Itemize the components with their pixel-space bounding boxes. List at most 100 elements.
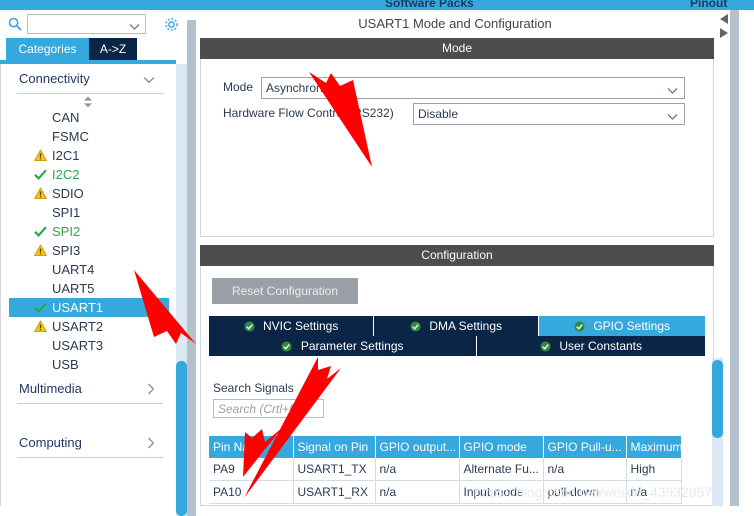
app-top-strip: Software Packs Pinout bbox=[0, 0, 754, 10]
sidebar-item-usb[interactable]: USB bbox=[9, 355, 169, 374]
tab-nvic-settings[interactable]: NVIC Settings bbox=[209, 316, 373, 336]
sidebar-item-label: SPI1 bbox=[52, 205, 81, 220]
sidebar-scrollbar-thumb[interactable] bbox=[176, 361, 187, 516]
tree-group-spacer bbox=[9, 458, 169, 482]
sidebar-item-label: UART5 bbox=[52, 281, 95, 296]
sidebar-item-usart3[interactable]: USART3 bbox=[9, 336, 169, 355]
panel-collapse-arrows[interactable] bbox=[715, 10, 731, 46]
check-icon bbox=[34, 301, 47, 314]
topbar-right-title: Pinout bbox=[690, 0, 728, 10]
sidebar-item-spi1[interactable]: SPI1 bbox=[9, 203, 169, 222]
warning-icon bbox=[34, 149, 47, 162]
chevron-down-icon[interactable] bbox=[667, 110, 678, 124]
sidebar-item-i2c2[interactable]: I2C2 bbox=[9, 165, 169, 184]
tab-nvic-settings-label: NVIC Settings bbox=[262, 319, 339, 333]
mode-field-label: Mode bbox=[223, 80, 254, 94]
sidebar-item-uart5[interactable]: UART5 bbox=[9, 279, 169, 298]
tab-categories[interactable]: Categories bbox=[6, 38, 89, 60]
check-circle-icon bbox=[574, 321, 588, 335]
chevron-down-icon[interactable] bbox=[143, 73, 155, 87]
sidebar-item-label: USART2 bbox=[52, 319, 104, 334]
check-circle-icon bbox=[281, 341, 295, 355]
table-cell[interactable]: n/a bbox=[543, 458, 627, 481]
table-column-header[interactable]: Maximum bbox=[626, 436, 682, 458]
tree-group-spacer bbox=[9, 404, 169, 428]
left-sidebar: Categories A->Z Connectivity CAN FSMC I2C1 I… bbox=[0, 10, 196, 516]
tab-parameter-settings[interactable]: Parameter Settings bbox=[209, 336, 476, 356]
table-column-header[interactable]: GPIO mode bbox=[459, 436, 544, 458]
panel-divider-left bbox=[187, 20, 196, 516]
table-cell[interactable]: n/a bbox=[375, 458, 460, 481]
table-cell[interactable]: n/a bbox=[375, 480, 460, 504]
sidebar-item-uart4[interactable]: UART4 bbox=[9, 260, 169, 279]
main-scrollbar-thumb[interactable] bbox=[712, 360, 723, 438]
blank-icon bbox=[34, 339, 47, 352]
table-header-row: Pin Name Signal on Pin GPIO output... GPIO … bbox=[209, 436, 682, 458]
sidebar-item-label: I2C2 bbox=[52, 167, 80, 182]
mode-section-body: Mode Asynchronous Hardware Flow Control … bbox=[200, 59, 714, 237]
sidebar-item-label: USART3 bbox=[52, 338, 104, 353]
tab-dma-settings[interactable]: DMA Settings bbox=[374, 316, 538, 336]
search-signals-placeholder: Search (Crtl+F) bbox=[218, 402, 301, 416]
search-input[interactable] bbox=[27, 14, 146, 34]
sidebar-item-label: USB bbox=[52, 357, 79, 372]
table-column-header[interactable]: GPIO output... bbox=[375, 436, 460, 458]
table-row[interactable]: PA9 USART1_TX n/a Alternate Fu... n/a High bbox=[209, 458, 682, 481]
sidebar-item-label: I2C1 bbox=[52, 148, 80, 163]
table-cell[interactable]: USART1_TX bbox=[293, 458, 376, 481]
tab-a-to-z[interactable]: A->Z bbox=[89, 38, 137, 60]
sidebar-item-label: UART4 bbox=[52, 262, 95, 277]
sidebar-item-sdio[interactable]: SDIO bbox=[9, 184, 169, 203]
search-signals-label: Search Signals bbox=[213, 381, 294, 395]
reset-configuration-button[interactable]: Reset Configuration bbox=[212, 278, 358, 304]
topbar-left-title: Software Packs bbox=[385, 0, 474, 10]
tab-user-constants[interactable]: User Constants bbox=[477, 336, 705, 356]
sidebar-item-label: SDIO bbox=[52, 186, 84, 201]
mode-select[interactable]: Asynchronous bbox=[261, 77, 685, 99]
table-cell[interactable]: Alternate Fu... bbox=[459, 458, 544, 481]
sidebar-item-label: SPI2 bbox=[52, 224, 81, 239]
table-cell[interactable]: PA9 bbox=[209, 458, 294, 481]
hw-flow-control-label: Hardware Flow Control (RS232) bbox=[223, 106, 394, 120]
table-cell[interactable]: USART1_RX bbox=[293, 480, 376, 504]
sidebar-item-fsmc[interactable]: FSMC bbox=[9, 127, 169, 146]
sidebar-item-spi2[interactable]: SPI2 bbox=[9, 222, 169, 241]
search-signals-input[interactable]: Search (Crtl+F) bbox=[213, 399, 324, 418]
warning-icon bbox=[34, 187, 47, 200]
table-cell[interactable]: PA10 bbox=[209, 480, 294, 504]
check-icon bbox=[34, 225, 47, 238]
table-cell[interactable]: High bbox=[626, 458, 682, 481]
gear-icon[interactable] bbox=[163, 16, 180, 33]
chevron-down-icon[interactable] bbox=[667, 84, 678, 98]
tree-group-computing[interactable]: Computing bbox=[9, 428, 169, 458]
tree-group-multimedia[interactable]: Multimedia bbox=[9, 374, 169, 404]
search-icon bbox=[8, 17, 22, 31]
chevron-right-icon[interactable] bbox=[147, 383, 155, 398]
tab-gpio-settings[interactable]: GPIO Settings bbox=[539, 316, 705, 336]
sidebar-item-usart2[interactable]: USART2 bbox=[9, 317, 169, 336]
sidebar-item-usart1[interactable]: USART1 bbox=[9, 298, 169, 317]
tree-group-connectivity[interactable]: Connectivity bbox=[9, 64, 169, 94]
tree-group-divider bbox=[17, 457, 163, 458]
watermark: https://blog.csdn.net/weixin_43932857 bbox=[474, 484, 713, 500]
table-column-header[interactable]: GPIO Pull-u... bbox=[543, 436, 627, 458]
sidebar-item-can[interactable]: CAN bbox=[9, 108, 169, 127]
peripheral-tree: Connectivity CAN FSMC I2C1 I2C2 SDIO SPI1 SPI2 S… bbox=[0, 64, 176, 506]
chevron-down-icon[interactable] bbox=[129, 20, 140, 34]
sidebar-item-spi3[interactable]: SPI3 bbox=[9, 241, 169, 260]
tab-parameter-settings-label: Parameter Settings bbox=[300, 339, 404, 353]
tree-scroll-spinner[interactable] bbox=[9, 94, 169, 108]
sidebar-item-label: CAN bbox=[52, 110, 80, 125]
hw-flow-control-select[interactable]: Disable bbox=[413, 103, 685, 125]
chevron-right-icon[interactable] bbox=[147, 437, 155, 452]
table-column-header[interactable]: Pin Name bbox=[209, 436, 294, 458]
tree-group-label: Multimedia bbox=[19, 381, 82, 396]
page-title: USART1 Mode and Configuration bbox=[196, 10, 714, 38]
sidebar-item-i2c1[interactable]: I2C1 bbox=[9, 146, 169, 165]
tab-gpio-settings-label: GPIO Settings bbox=[593, 319, 671, 333]
hw-flow-control-row: Hardware Flow Control (RS232) Disable bbox=[223, 103, 693, 125]
mode-field-row: Mode Asynchronous bbox=[223, 77, 693, 99]
configuration-section-header: Configuration bbox=[200, 245, 714, 266]
table-column-header[interactable]: Signal on Pin bbox=[293, 436, 376, 458]
warning-icon bbox=[34, 320, 47, 333]
